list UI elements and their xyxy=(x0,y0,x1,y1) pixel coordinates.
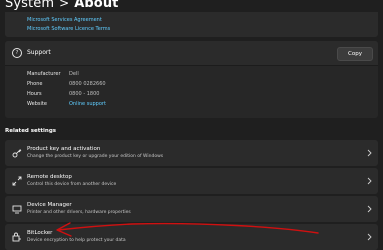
help-icon: ? xyxy=(12,48,22,58)
support-title: Support xyxy=(27,49,51,56)
breadcrumb-separator: > xyxy=(59,0,70,10)
related-item-title: Product key and activation xyxy=(27,146,101,152)
support-card: ? Support Copy Manufacturer Dell Phone 0… xyxy=(5,41,378,118)
related-item-title: BitLocker xyxy=(27,230,53,236)
related-item-title: Remote desktop xyxy=(27,174,72,180)
manufacturer-value: Dell xyxy=(69,71,79,77)
related-item-subtitle: Change the product key or upgrade your e… xyxy=(27,154,164,159)
related-item-device-manager[interactable]: Device Manager Printer and other drivers… xyxy=(5,196,378,222)
copy-button[interactable]: Copy xyxy=(337,47,373,61)
phone-label: Phone xyxy=(27,81,43,87)
manufacturer-label: Manufacturer xyxy=(27,71,61,77)
breadcrumb-current: About xyxy=(74,0,119,11)
page-title: System > About xyxy=(5,0,119,11)
chevron-right-icon xyxy=(367,177,372,185)
hours-value: 0800 - 1800 xyxy=(69,91,100,97)
hours-label: Hours xyxy=(27,91,42,97)
breadcrumb-parent[interactable]: System xyxy=(5,0,54,11)
related-settings-title: Related settings xyxy=(5,128,57,134)
device-manager-icon xyxy=(12,204,22,214)
related-item-subtitle: Control this device from another device xyxy=(27,182,117,187)
phone-value: 0800 0282660 xyxy=(69,81,106,87)
chevron-right-icon xyxy=(367,233,372,241)
website-label: Website xyxy=(27,101,47,107)
bitlocker-icon xyxy=(12,232,22,242)
related-item-subtitle: Printer and other drivers, hardware prop… xyxy=(27,210,131,215)
chevron-right-icon xyxy=(367,205,372,213)
software-licence-link[interactable]: Microsoft Software Licence Terms xyxy=(27,26,110,32)
remote-desktop-icon xyxy=(12,176,22,186)
key-icon xyxy=(12,148,22,158)
related-item-product-key[interactable]: Product key and activation Change the pr… xyxy=(5,140,378,166)
support-header[interactable]: ? Support Copy xyxy=(5,41,378,66)
services-agreement-link[interactable]: Microsoft Services Agreement xyxy=(27,17,102,23)
related-item-title: Device Manager xyxy=(27,202,72,208)
related-item-bitlocker[interactable]: BitLocker Device encryption to help prot… xyxy=(5,224,378,250)
related-item-subtitle: Device encryption to help protect your d… xyxy=(27,238,126,243)
related-item-remote-desktop[interactable]: Remote desktop Control this device from … xyxy=(5,168,378,194)
chevron-right-icon xyxy=(367,149,372,157)
agreements-card: Microsoft Services Agreement Microsoft S… xyxy=(5,12,378,37)
online-support-link[interactable]: Online support xyxy=(69,101,106,107)
